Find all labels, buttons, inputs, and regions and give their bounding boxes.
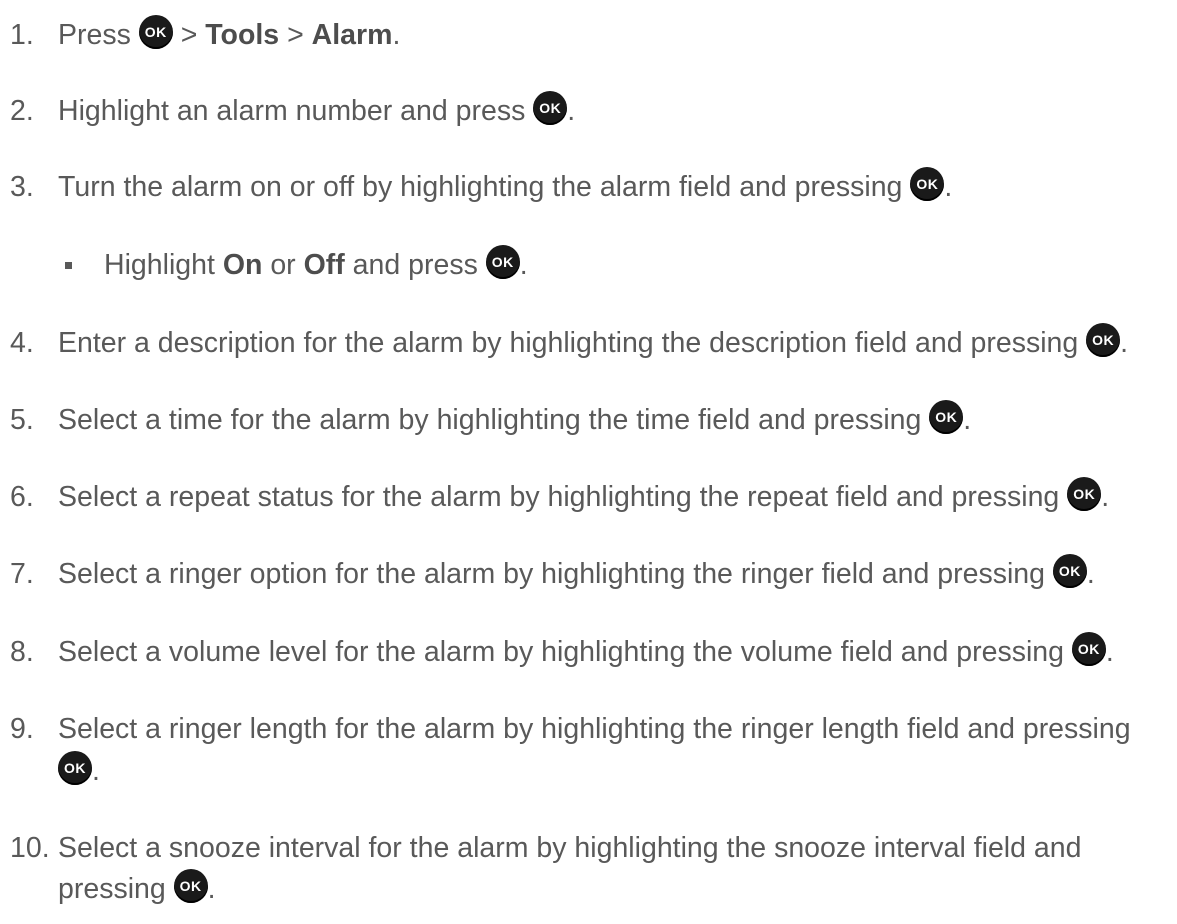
step-text: Select a time for the alarm by highlight… (58, 400, 971, 440)
square-bullet-icon (65, 262, 72, 269)
step-number: 1. (10, 19, 34, 51)
step-text: Select a repeat status for the alarm by … (58, 477, 1109, 517)
ok-button-icon: OK (910, 167, 945, 202)
ok-button-icon: OK (58, 751, 92, 786)
step-text: Select a volume level for the alarm by h… (58, 632, 1114, 672)
ok-button-icon: OK (485, 245, 520, 280)
step-number: 8. (10, 636, 34, 668)
ok-button-icon: OK (1052, 554, 1087, 589)
ok-button-icon: OK (929, 400, 964, 435)
step-number: 7. (10, 558, 34, 590)
step-number: 4. (10, 327, 34, 359)
step-text: OK. (58, 751, 100, 791)
step-text: Select a ringer length for the alarm by … (58, 713, 1131, 745)
step-text: Highlight On or Off and press OK. (104, 245, 528, 285)
menu-alarm: Alarm (311, 19, 393, 51)
step-text: pressing OK. (58, 869, 216, 909)
ok-button-icon: OK (1071, 632, 1106, 667)
step-text: Highlight an alarm number and press OK. (58, 91, 575, 131)
step-number: 3. (10, 171, 34, 203)
step-number: 5. (10, 404, 34, 436)
option-on: On (222, 249, 263, 281)
step-text: Select a snooze interval for the alarm b… (58, 832, 1082, 864)
step-text: Press OK > Tools > Alarm. (58, 15, 400, 55)
option-off: Off (303, 249, 345, 281)
step-number: 9. (10, 713, 34, 745)
step-number: 10. (10, 832, 50, 864)
ok-button-icon: OK (533, 91, 568, 126)
step-text: Turn the alarm on or off by highlighting… (58, 167, 952, 207)
ok-button-icon: OK (138, 15, 173, 50)
ok-button-icon: OK (173, 869, 208, 904)
menu-tools: Tools (205, 19, 280, 51)
ok-button-icon: OK (1067, 477, 1102, 512)
step-text: Enter a description for the alarm by hig… (58, 323, 1128, 363)
ok-button-icon: OK (1086, 323, 1121, 358)
step-number: 2. (10, 95, 34, 127)
step-text: Select a ringer option for the alarm by … (58, 554, 1095, 594)
step-number: 6. (10, 481, 34, 513)
